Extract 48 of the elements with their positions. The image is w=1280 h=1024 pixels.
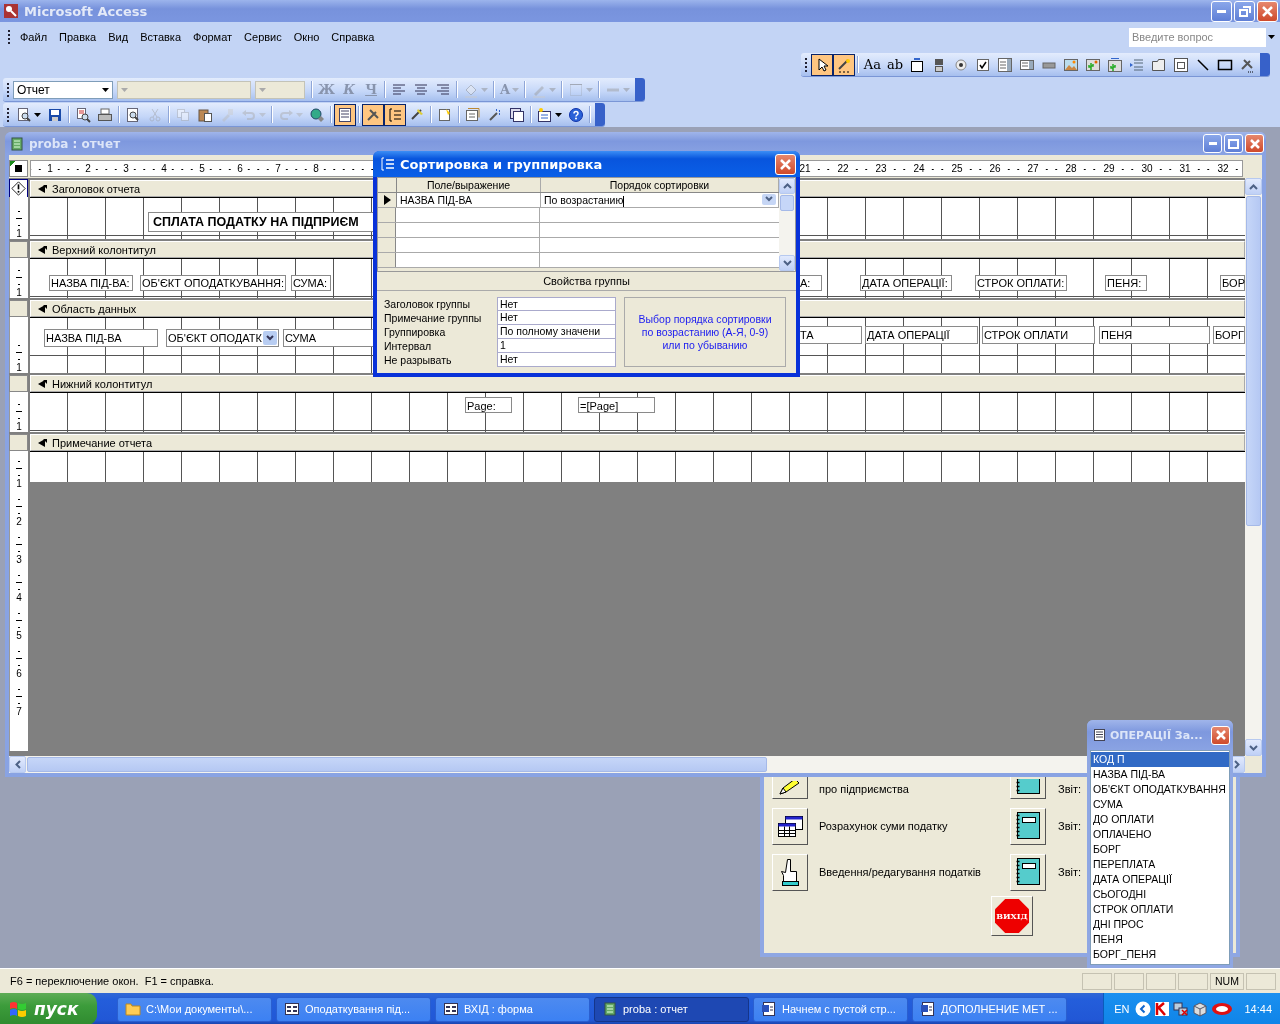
ruler-number: 28 [1064,162,1078,175]
property-label: Не разрывать [384,353,453,367]
ruler-number: 23 [874,162,888,175]
report-label: Звіт: [1058,866,1082,878]
clock: 14:44 [1244,1003,1272,1015]
ruler-number: 30 [1140,162,1154,175]
ruler-number: 6 [16,669,22,679]
group-properties-header: Свойства группы [377,272,796,291]
window-title: ОПЕРАЦІЇ За... [1110,728,1203,742]
ruler-number: 2 [16,517,22,527]
section-title: Заголовок отчета [52,182,141,195]
ruler-number: 1 [16,479,22,489]
menu-item-label: про підприємства [819,783,910,795]
property-label: Интервал [384,339,433,353]
ruler-number: 5 [16,631,22,641]
report-label: Звіт: [1058,783,1082,795]
property-label: Группировка [384,325,447,339]
ruler-number: 24 [912,162,926,175]
num-lock-indicator: NUM [1210,972,1244,990]
ruler-number: 1 [16,422,22,432]
section-title: Примечание отчета [52,436,153,449]
property-label: Примечание группы [384,311,483,325]
column-header: Поле/выражение [397,178,541,192]
menu-item-label: Розрахунок суми податку [819,820,949,832]
window-title: proba : отчет [29,136,121,151]
status-text: F6 = переключение окон. F1 = справка. [10,975,214,987]
report-label: Звіт: [1058,820,1082,832]
ruler-number: 1 [16,363,22,373]
help-text: Выбор порядка сортировки по возрастанию (А-Я, 0-9) или по убыванию [637,312,773,352]
section-title: Область данных [52,302,137,315]
window-title: Microsoft Access [24,3,148,19]
section-title: Верхний колонтитул [52,243,156,256]
ruler-number: 1 [16,229,22,239]
ruler-number: 4 [16,593,22,603]
ruler-number: 22 [836,162,850,175]
section-title: Нижний колонтитул [52,377,153,390]
ruler-number: 29 [1102,162,1116,175]
ruler-number: 25 [950,162,964,175]
ruler-number: 31 [1178,162,1192,175]
ruler-number: 26 [988,162,1002,175]
ruler-number: 3 [16,555,22,565]
ruler-number: 1 [16,288,22,298]
ruler-number: 32 [1216,162,1230,175]
ruler-number: 27 [1026,162,1040,175]
ruler-number: 7 [16,707,22,717]
property-label: Заголовок группы [384,297,471,311]
dialog-title: Сортировка и группировка [400,156,603,172]
menu-item-label: Введення/редагування податків [819,866,982,878]
